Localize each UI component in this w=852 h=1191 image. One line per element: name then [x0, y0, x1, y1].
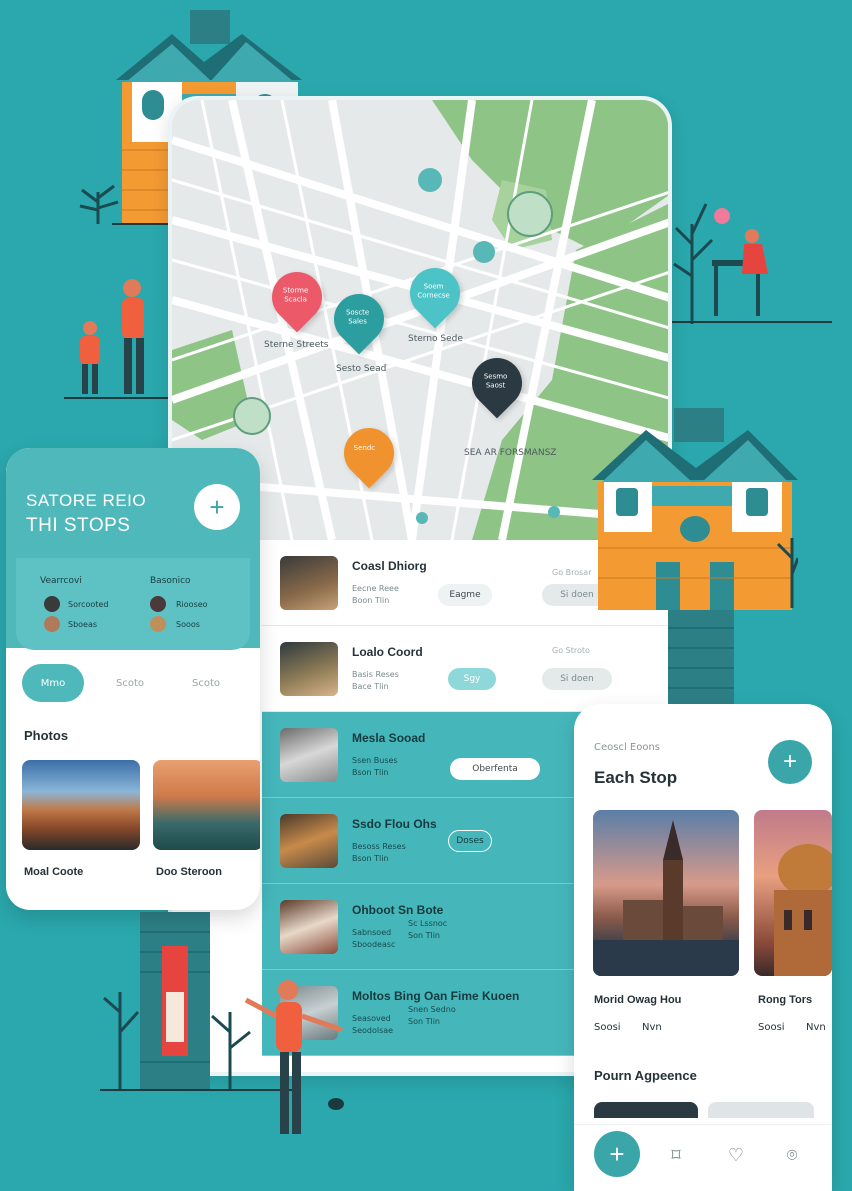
- traveler-name: Riooseo: [176, 600, 208, 609]
- stops-card-title: SATORE REIO THI STOPS: [26, 488, 146, 538]
- avatar: [150, 596, 166, 612]
- traveler-name: Sorcooted: [68, 600, 109, 609]
- each-stop-title: Each Stop: [594, 768, 678, 787]
- photo-thumbnail[interactable]: [153, 760, 260, 850]
- progress-bar-dark: [594, 1102, 698, 1118]
- stop-thumbnail: [280, 641, 338, 696]
- stop-photo[interactable]: [754, 810, 832, 976]
- stops-card: SATORE REIO THI STOPS + Vearrcovi Basoni…: [6, 448, 260, 910]
- heart-icon[interactable]: ♡: [724, 1143, 748, 1167]
- segment-tab[interactable]: Scoto: [176, 664, 236, 702]
- add-stop-button[interactable]: +: [194, 484, 240, 530]
- map-pin-label: Storme Scacla: [282, 286, 309, 304]
- map-street-label: Sesto Sead: [336, 364, 387, 374]
- each-stop-kicker: Ceoscl Eoons: [594, 742, 661, 753]
- avatar: [150, 616, 166, 632]
- map-pin-label: Sesmo Saost: [483, 372, 508, 390]
- progress-bar-light: [708, 1102, 814, 1118]
- photo-caption: Moal Coote: [24, 866, 84, 878]
- map-street-label: Sterne Streets: [264, 340, 329, 350]
- stop-chip[interactable]: Oberfenta: [450, 758, 540, 780]
- map-street-label: Sterno Sede: [408, 334, 463, 344]
- stop-meta-line: Snen Sedno: [408, 1005, 456, 1014]
- segment-tab[interactable]: Scoto: [100, 664, 160, 702]
- dome-building-icon: [774, 844, 832, 976]
- photos-heading: Photos: [24, 728, 69, 743]
- photo-caption: Doo Steroon: [156, 866, 222, 878]
- stop-photo-caption: Morid Owag Hou: [594, 994, 682, 1006]
- stop-note: Go Stroto: [552, 646, 590, 655]
- map-street-label: SEA AR FORSMANSZ: [464, 448, 557, 458]
- stop-photo-caption: Rong Tors: [758, 994, 813, 1006]
- stop-photo[interactable]: [593, 810, 739, 976]
- map-pin-label: Sendc: [353, 443, 376, 452]
- avatar: [44, 616, 60, 632]
- traveler-name: Sooos: [176, 620, 200, 629]
- nav-add-button[interactable]: +: [594, 1131, 640, 1177]
- avatar: [44, 596, 60, 612]
- stop-photo-meta: Soosi: [758, 1022, 785, 1033]
- stop-meta-line: Son Tlin: [408, 1017, 440, 1026]
- stop-meta: Sc Lssnoc Son Tlin: [408, 918, 447, 942]
- add-button[interactable]: +: [768, 740, 812, 784]
- stop-meta-line: Sc Lssnoc: [408, 919, 448, 928]
- people-illustration-left: [64, 279, 168, 399]
- plant-illustration-left: [79, 184, 119, 224]
- stops-card-title-line: SATORE REIO: [26, 491, 147, 510]
- column-heading: Basonico: [150, 576, 191, 586]
- person-illustration-bottom: [244, 980, 344, 1134]
- stop-chip[interactable]: Sgy: [448, 668, 496, 690]
- stop-photo-meta: Nvn: [806, 1022, 826, 1033]
- traveler-name: Sboeas: [68, 620, 98, 629]
- stop-thumbnail: [280, 813, 338, 868]
- stop-chip[interactable]: Eagme: [438, 584, 492, 606]
- stop-meta-line: Son Tlin: [408, 931, 440, 940]
- photo-thumbnail[interactable]: [22, 760, 140, 850]
- column-heading: Vearrcovi: [40, 576, 82, 586]
- house-illustration-right: [592, 408, 798, 704]
- segment-tab-active[interactable]: Mmo: [22, 664, 84, 702]
- each-stop-card: Ceoscl Eoons Each Stop + Morid Owag Hou …: [574, 704, 832, 1191]
- stop-note: Go Brosar: [552, 568, 592, 577]
- stop-thumbnail: [280, 555, 338, 610]
- map-pin-label: Soscte Sales: [345, 308, 370, 326]
- stop-photo-meta: Nvn: [642, 1022, 662, 1033]
- stop-thumbnail: [280, 727, 338, 782]
- stop-meta: Snen Sedno Son Tlin: [408, 1004, 456, 1028]
- stop-chip[interactable]: Doses: [448, 830, 492, 852]
- section-heading: Pourn Agpeence: [594, 1068, 697, 1083]
- map-pin-label: Soem Cornecse: [417, 282, 450, 300]
- stop-photo-meta: Soosi: [594, 1022, 621, 1033]
- bookmark-icon[interactable]: ⌑: [664, 1143, 688, 1167]
- clock-tower-icon: [593, 820, 739, 976]
- bottom-nav-bar: + ⌑ ♡ ⌾: [574, 1124, 832, 1191]
- location-pin-icon[interactable]: ⌾: [780, 1143, 804, 1167]
- stops-card-title-line: THI STOPS: [26, 515, 131, 536]
- bench-person-illustration-right: [672, 203, 832, 324]
